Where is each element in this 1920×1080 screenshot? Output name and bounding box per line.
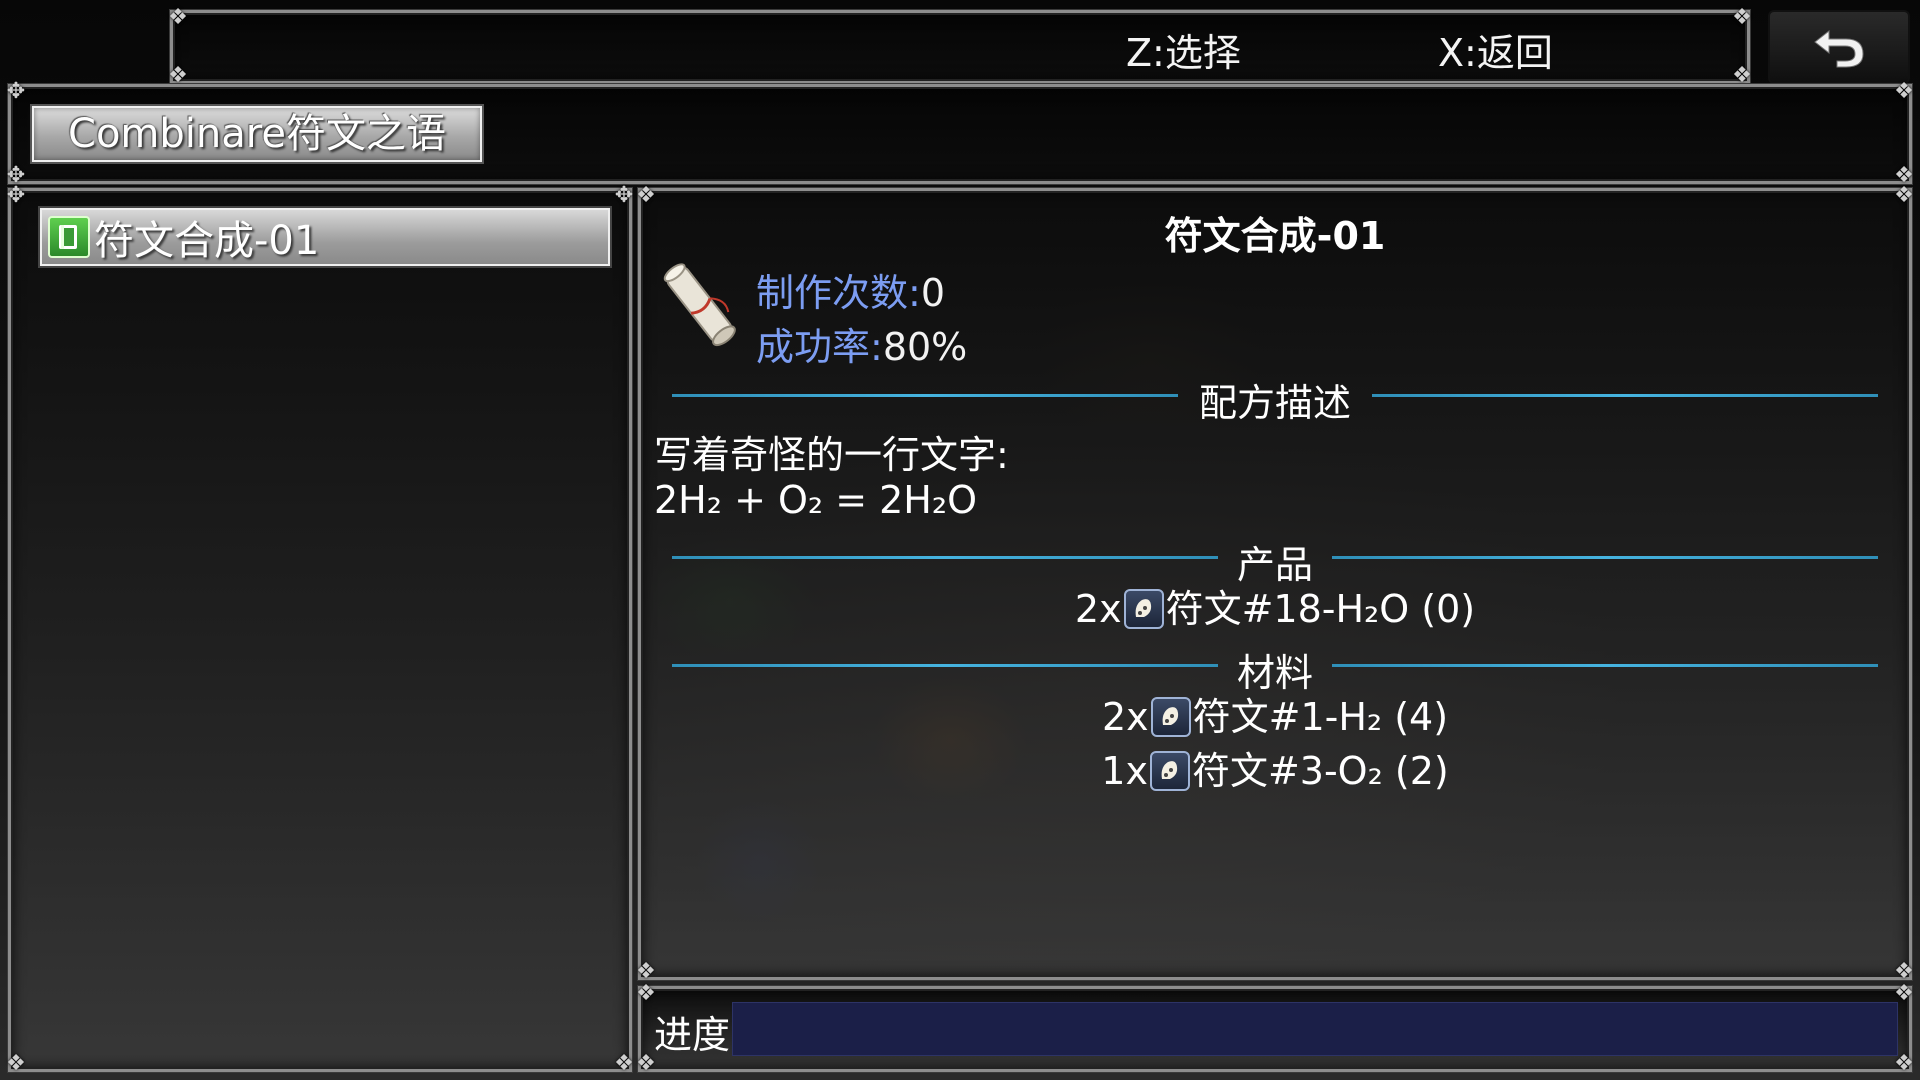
corner-ornament-icon: ✥ [6,79,26,104]
success-rate-value: 80% [882,325,968,369]
materials-heading: 材料 [1236,651,1313,695]
material-qty: 2x [1101,695,1149,739]
material-row: 1x 符文#3-O₂ (2) [640,746,1910,796]
corner-ornament-icon: ❖ [1894,79,1914,104]
corner-ornament-icon: ❖ [6,1051,26,1076]
rune-stone-icon [1150,696,1191,737]
description-line-2: 2H₂ + O₂ = 2H₂O [654,478,978,522]
back-key-hint: X:返回 [1438,31,1553,75]
material-row: 2x 符文#1-H₂ (4) [640,692,1910,742]
recipe-list-window: ✥ ✥ ❖ ❖ [6,183,634,1076]
materials-divider: 材料 [672,642,1878,695]
material-name: 符文#1-H₂ (4) [1192,695,1449,739]
corner-ornament-icon: ❖ [1732,5,1752,30]
scroll-icon [663,263,736,347]
material-qty: 1x [1101,749,1148,793]
back-button[interactable] [1768,10,1910,84]
undo-arrow-icon [1814,29,1864,68]
description-heading: 配方描述 [1198,381,1351,425]
craft-count-stat: 制作次数:0 [756,262,945,317]
corner-ornament-icon: ❖ [168,5,188,30]
rune-stone-icon [1123,588,1164,629]
success-rate-label: 成功率: [756,325,883,369]
corner-ornament-icon: ✥ [6,183,26,208]
description-line-1: 写着奇怪的一行文字: [654,433,1009,477]
recipe-list-item[interactable]: 符文合成-01 [40,208,610,266]
recipe-list-item-label: 符文合成-01 [94,218,320,264]
product-name: 符文#18-H₂O (0) [1165,587,1476,631]
craft-count-label: 制作次数: [756,271,921,315]
menu-title: Combinare符文之语 [32,106,482,162]
product-qty: 2x [1074,587,1122,631]
recipe-title: 符文合成-01 [1164,214,1386,258]
craft-count-value: 0 [920,271,945,315]
description-divider: 配方描述 [672,372,1878,425]
progress-label: 进度 [654,1013,731,1057]
rune-stone-icon [1149,750,1190,791]
progress-bar [732,1002,1898,1056]
select-key-hint: Z:选择 [1126,31,1241,75]
green-book-icon [48,216,90,258]
product-heading: 产品 [1236,543,1313,587]
material-name: 符文#3-O₂ (2) [1191,749,1449,793]
product-row: 2x 符文#18-H₂O (0) [640,584,1910,634]
product-divider: 产品 [672,534,1878,587]
success-rate-stat: 成功率:80% [756,316,967,371]
